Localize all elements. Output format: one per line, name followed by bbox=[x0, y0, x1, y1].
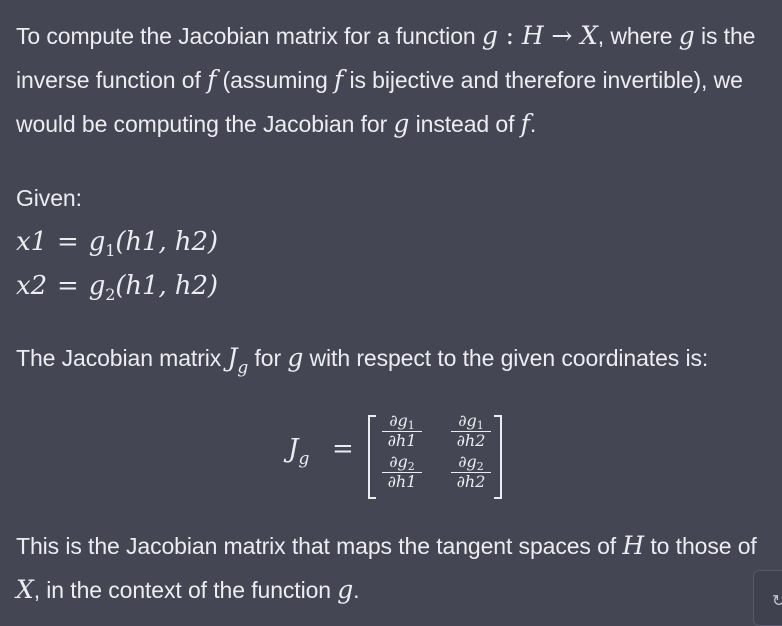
math-var: g bbox=[481, 21, 498, 50]
paragraph-jacobian: The Jacobian matrix Jg for g with respec… bbox=[16, 336, 780, 383]
eq-args: (h1, h2) bbox=[115, 227, 218, 257]
math-var: J bbox=[227, 343, 238, 372]
paragraph-intro: To compute the Jacobian matrix for a fun… bbox=[16, 14, 780, 146]
math-var: f bbox=[520, 109, 530, 138]
regenerate-button[interactable]: ↻ bbox=[753, 570, 782, 626]
math-sub: g bbox=[237, 358, 249, 378]
refresh-icon: ↻ bbox=[772, 593, 782, 610]
matrix-label-main: J bbox=[288, 434, 299, 464]
eq-args: (h1, h2) bbox=[115, 271, 218, 301]
math-var: f bbox=[334, 65, 344, 94]
frac-den: ∂h1 bbox=[382, 472, 422, 490]
jacobian-matrix-display: Jg = ∂g1 ∂h1 ∂g1 ∂h2 ∂g2 ∂h1 ∂g2 ∂h2 bbox=[288, 407, 528, 499]
text: To compute the Jacobian matrix for a fun… bbox=[16, 23, 482, 49]
frac-den: ∂h2 bbox=[451, 431, 491, 449]
frac-num: ∂g2 bbox=[382, 452, 422, 473]
given-label: Given: bbox=[16, 185, 82, 211]
num-sub: 2 bbox=[476, 460, 484, 473]
equation-x2: x2 = g2(h1, h2) bbox=[16, 264, 780, 308]
num-sub: 1 bbox=[407, 419, 415, 432]
math-var: g bbox=[337, 575, 354, 604]
eq-op: = bbox=[57, 227, 79, 257]
eq-sub: 2 bbox=[105, 285, 116, 304]
left-bracket bbox=[368, 415, 376, 499]
matrix-label: Jg bbox=[288, 434, 309, 469]
frac-den: ∂h2 bbox=[451, 472, 491, 490]
text: for bbox=[248, 345, 288, 371]
num-main: ∂g bbox=[389, 411, 408, 430]
right-bracket bbox=[494, 415, 502, 499]
math-var: g bbox=[678, 21, 695, 50]
math-var: H bbox=[622, 531, 645, 560]
equation-x1: x1 = g1(h1, h2) bbox=[16, 220, 780, 264]
num-main: ∂g bbox=[389, 452, 408, 471]
num-main: ∂g bbox=[458, 411, 477, 430]
eq-fn: g bbox=[88, 227, 106, 257]
text: This is the Jacobian matrix that maps th… bbox=[16, 533, 623, 559]
matrix-equals: = bbox=[332, 434, 354, 464]
frac-num: ∂g1 bbox=[382, 411, 422, 432]
num-main: ∂g bbox=[458, 452, 477, 471]
text: , where bbox=[597, 23, 679, 49]
eq-sub: 1 bbox=[105, 241, 116, 260]
text: with respect to the given coordinates is… bbox=[303, 345, 709, 371]
num-sub: 2 bbox=[407, 460, 415, 473]
assistant-message: To compute the Jacobian matrix for a fun… bbox=[16, 14, 780, 383]
num-sub: 1 bbox=[476, 419, 484, 432]
math-arrow: → bbox=[543, 21, 581, 50]
matrix-cell-11: ∂g1 ∂h1 bbox=[382, 412, 422, 449]
text: . bbox=[353, 577, 360, 603]
text: to those of bbox=[644, 533, 757, 559]
text: . bbox=[529, 111, 537, 137]
matrix-cell-22: ∂g2 ∂h2 bbox=[451, 453, 491, 490]
math-var: H bbox=[521, 21, 544, 50]
frac-num: ∂g1 bbox=[451, 411, 491, 432]
assistant-message-end: This is the Jacobian matrix that maps th… bbox=[16, 524, 780, 612]
math-var: g bbox=[393, 109, 410, 138]
matrix-cell-21: ∂g2 ∂h1 bbox=[382, 453, 422, 490]
eq-lhs: x2 bbox=[16, 271, 48, 301]
text: instead of bbox=[409, 111, 521, 137]
paragraph-conclusion: This is the Jacobian matrix that maps th… bbox=[16, 524, 780, 612]
math-var: X bbox=[16, 575, 34, 604]
matrix-label-sub: g bbox=[298, 449, 310, 469]
math-var: g bbox=[287, 343, 304, 372]
eq-fn: g bbox=[88, 271, 106, 301]
eq-lhs: x1 bbox=[16, 227, 48, 257]
text: The Jacobian matrix bbox=[16, 345, 228, 371]
text: , in the context of the function bbox=[33, 577, 338, 603]
math-var: X bbox=[580, 21, 598, 50]
text: (assuming bbox=[216, 67, 334, 93]
eq-op: = bbox=[57, 271, 79, 301]
frac-num: ∂g2 bbox=[451, 452, 491, 473]
frac-den: ∂h1 bbox=[382, 431, 422, 449]
math-var: f bbox=[207, 65, 217, 94]
math-op: : bbox=[497, 21, 522, 50]
matrix-cell-12: ∂g1 ∂h2 bbox=[451, 412, 491, 449]
